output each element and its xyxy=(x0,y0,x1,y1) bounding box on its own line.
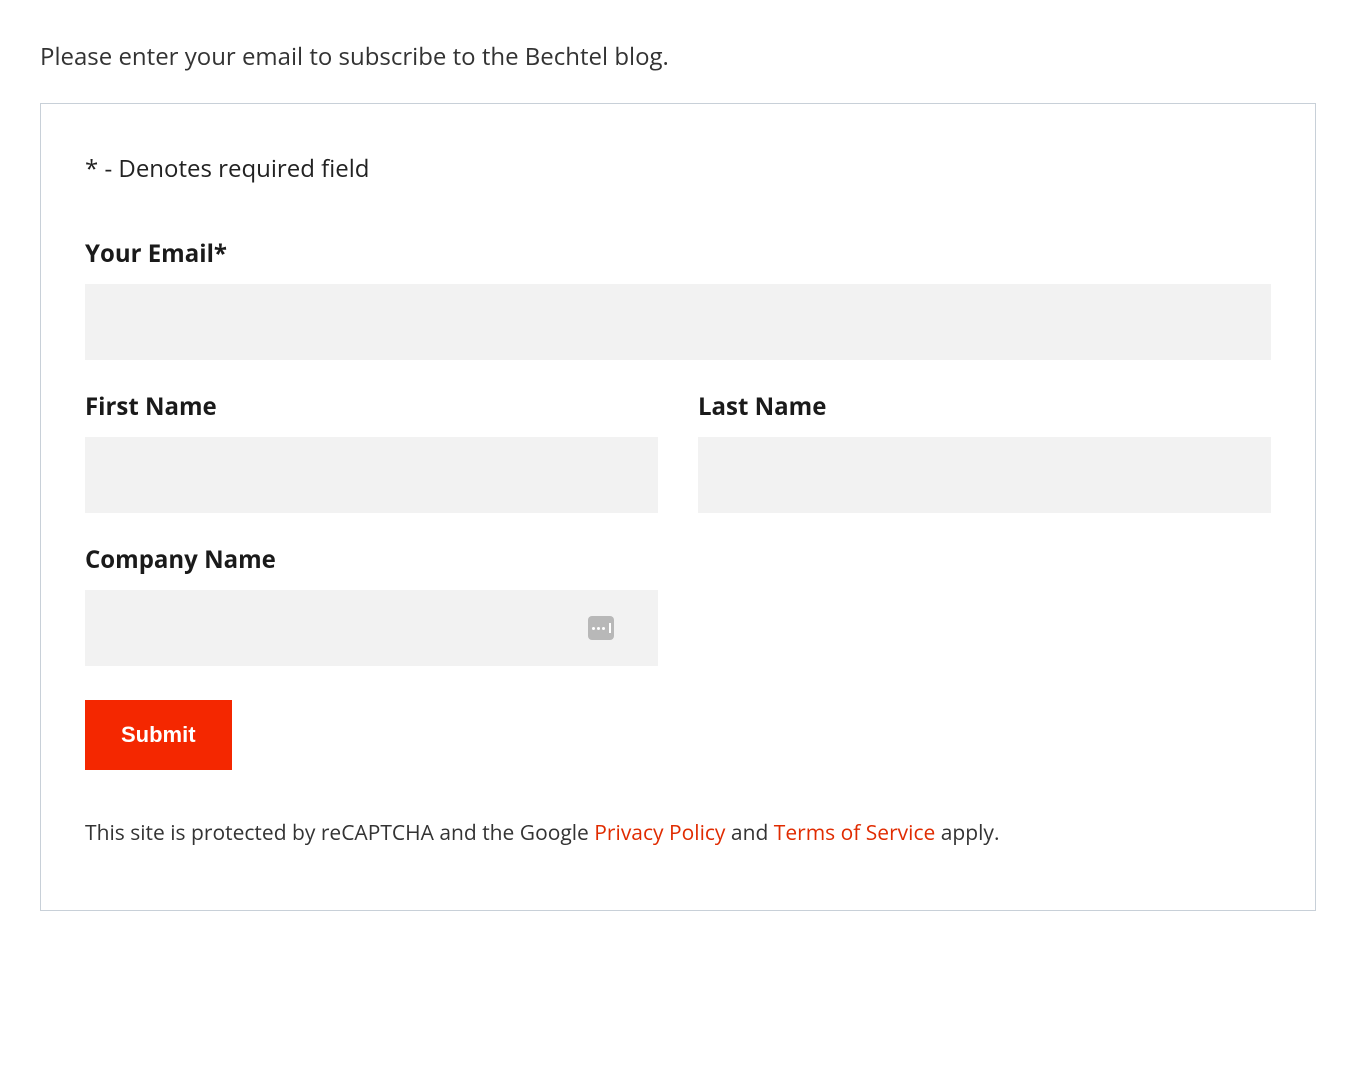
company-field[interactable] xyxy=(85,590,658,666)
privacy-policy-link[interactable]: Privacy Policy xyxy=(594,819,725,847)
required-field-note: * - Denotes required field xyxy=(85,152,1271,185)
submit-button[interactable]: Submit xyxy=(85,700,232,770)
last-name-group: Last Name xyxy=(698,390,1271,513)
recaptcha-prefix: This site is protected by reCAPTCHA and … xyxy=(85,819,594,847)
recaptcha-suffix: apply. xyxy=(935,819,999,847)
first-name-group: First Name xyxy=(85,390,658,513)
terms-of-service-link[interactable]: Terms of Service xyxy=(774,819,936,847)
recaptcha-notice: This site is protected by reCAPTCHA and … xyxy=(85,818,1271,850)
subscribe-form: * - Denotes required field Your Email* F… xyxy=(40,103,1316,911)
first-name-field[interactable] xyxy=(85,437,658,513)
email-label: Your Email* xyxy=(85,237,1271,270)
last-name-field[interactable] xyxy=(698,437,1271,513)
company-group: Company Name xyxy=(85,543,658,666)
recaptcha-mid: and xyxy=(725,819,773,847)
last-name-label: Last Name xyxy=(698,390,1271,423)
email-group: Your Email* xyxy=(85,237,1271,360)
intro-text: Please enter your email to subscribe to … xyxy=(40,40,1316,73)
email-field[interactable] xyxy=(85,284,1271,360)
company-label: Company Name xyxy=(85,543,658,576)
autofill-icon[interactable] xyxy=(588,616,614,640)
first-name-label: First Name xyxy=(85,390,658,423)
